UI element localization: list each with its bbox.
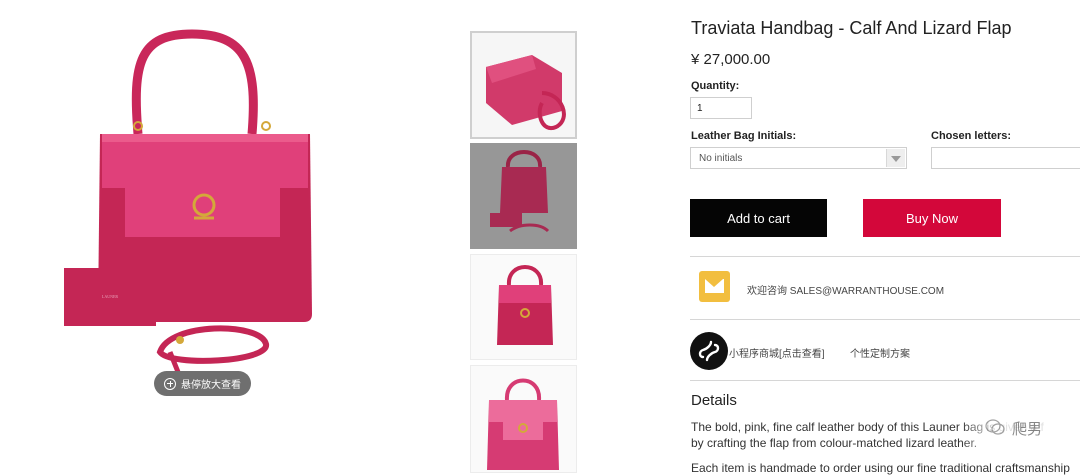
initials-select-value: No initials [699, 153, 743, 164]
add-to-cart-button[interactable]: Add to cart [690, 199, 827, 237]
zoom-hint[interactable]: 悬停放大查看 [154, 371, 251, 396]
wechat-icon [985, 419, 1005, 435]
chevron-down-icon[interactable] [886, 149, 905, 167]
chosen-letters-input[interactable] [931, 147, 1080, 169]
product-title: Traviata Handbag - Calf And Lizard Flap [691, 18, 1012, 38]
divider [690, 256, 1080, 257]
chosen-letters-label: Chosen letters: [931, 130, 1012, 142]
thumbnail-bag-lizard-image [487, 378, 559, 470]
thumbnail-4[interactable] [470, 365, 577, 473]
product-price: ¥ 27,000.00 [691, 51, 771, 68]
initials-label: Leather Bag Initials: [691, 130, 797, 142]
buy-now-button[interactable]: Buy Now [863, 199, 1001, 237]
quantity-label: Quantity: [691, 80, 740, 92]
mini-program-link[interactable]: 小程序商城[点击查看] [729, 345, 825, 360]
thumbnail-open-bag-image [486, 55, 566, 131]
svg-text:LAUNER: LAUNER [102, 294, 119, 299]
plus-circle-icon [164, 377, 176, 390]
quantity-input[interactable] [690, 97, 752, 119]
thumbnail-bag-grey-bg-image [490, 150, 550, 233]
customization-link[interactable]: 个性定制方案 [850, 345, 910, 360]
zoom-hint-label: 悬停放大查看 [181, 380, 241, 391]
thumbnail-2[interactable] [470, 143, 577, 249]
details-text-line: by crafting the flap from colour-matched… [691, 436, 978, 450]
thumbnail-3[interactable] [470, 254, 577, 360]
details-heading: Details [691, 392, 737, 409]
thumbnail-bag-front-image [497, 265, 553, 345]
watermark-text: 爬男 [1012, 421, 1043, 438]
initials-select[interactable]: No initials [690, 147, 907, 169]
contact-text[interactable]: 欢迎咨询 SALES@WARRANTHOUSE.COM [747, 282, 944, 297]
mini-program-icon[interactable] [690, 332, 728, 370]
thumbnail-1[interactable] [470, 31, 577, 139]
mail-icon [699, 271, 730, 302]
divider [690, 380, 1080, 381]
divider [690, 319, 1080, 320]
